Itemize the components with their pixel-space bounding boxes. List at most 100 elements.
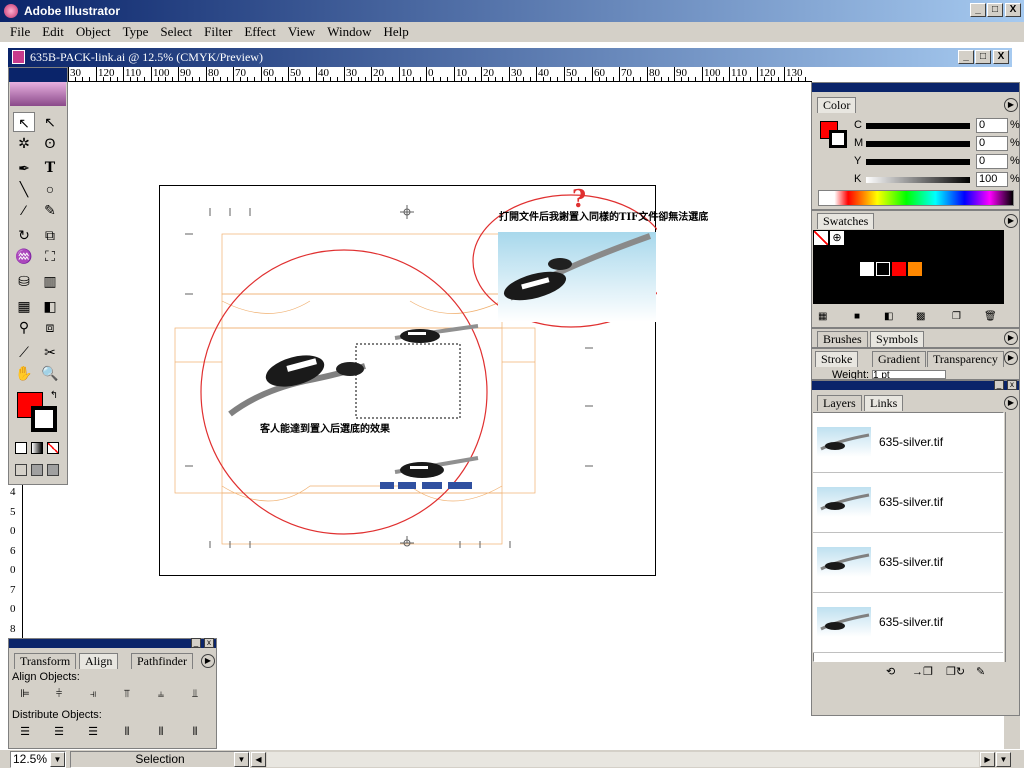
show-pattern-swatches-icon[interactable]: ▩ xyxy=(916,311,925,322)
cyan-value-field[interactable]: 0 xyxy=(976,118,1008,133)
goto-link-icon[interactable]: →❐ xyxy=(912,665,933,678)
slice-tool-icon[interactable]: ⟋ xyxy=(13,342,35,362)
tab-transform[interactable]: Transform xyxy=(14,653,77,669)
swatch-none[interactable] xyxy=(814,231,828,245)
rotate-tool-icon[interactable]: ↻ xyxy=(13,225,35,245)
status-dropdown-icon[interactable]: ▼ xyxy=(234,752,249,767)
color-panel-titlebar[interactable] xyxy=(812,83,1019,92)
scissors-tool-icon[interactable]: ✂ xyxy=(39,342,61,362)
screen-mode-full-menu-icon[interactable] xyxy=(31,464,43,476)
vertical-ruler[interactable]: 4 5 0 6 0 7 0 8 xyxy=(8,482,23,638)
swatches-panel-menu-icon[interactable]: ▶ xyxy=(1004,214,1018,228)
color-stroke-swatch[interactable] xyxy=(829,130,847,148)
align-left-icon[interactable]: ⊫ xyxy=(15,685,35,703)
toolbox-titlebar[interactable] xyxy=(9,68,67,82)
tab-color[interactable]: Color xyxy=(817,97,857,113)
tab-pathfinder[interactable]: Pathfinder xyxy=(131,653,193,669)
warp-tool-icon[interactable]: ♒ xyxy=(13,246,35,266)
illustrator-flower-icon[interactable] xyxy=(10,82,66,106)
align-top-icon[interactable]: ⫪ xyxy=(117,685,137,703)
tab-transparency[interactable]: Transparency xyxy=(927,351,1004,367)
hand-tool-icon[interactable]: ✋ xyxy=(13,363,35,383)
document-vertical-scrollbar[interactable] xyxy=(1004,716,1020,749)
color-mode-icon[interactable] xyxy=(15,442,27,454)
brushes-panel-menu-icon[interactable]: ▶ xyxy=(1004,331,1018,345)
line-tool-icon[interactable]: ╲ xyxy=(13,179,35,199)
link-item[interactable]: 635-silver.tif xyxy=(813,413,1003,473)
blend-tool-icon[interactable]: ⧈ xyxy=(39,317,61,337)
tab-layers[interactable]: Layers xyxy=(817,395,862,411)
yellow-slider[interactable] xyxy=(866,159,970,165)
align-panel-minimize[interactable]: _ xyxy=(191,638,201,648)
menu-file[interactable]: File xyxy=(4,24,36,40)
menu-help[interactable]: Help xyxy=(377,24,414,40)
tab-gradient[interactable]: Gradient xyxy=(872,351,926,367)
swatch-black[interactable] xyxy=(876,262,890,276)
relink-icon[interactable]: ⟲ xyxy=(886,665,895,678)
document-icon[interactable] xyxy=(12,50,25,64)
direct-selection-tool-icon[interactable]: ↖ xyxy=(39,112,61,132)
menu-type[interactable]: Type xyxy=(117,24,155,40)
screen-mode-full-icon[interactable] xyxy=(47,464,59,476)
maximize-button[interactable]: □ xyxy=(987,3,1003,17)
swatch-red[interactable] xyxy=(892,262,906,276)
menu-effect[interactable]: Effect xyxy=(238,24,282,40)
close-button[interactable]: X xyxy=(1005,3,1021,17)
align-right-icon[interactable]: ⫣ xyxy=(83,685,103,703)
link-item[interactable]: 635-silver.tif xyxy=(813,473,1003,533)
distribute-bottom-icon[interactable]: ☰ xyxy=(83,723,103,741)
link-item[interactable]: 635-silver.tif xyxy=(813,593,1003,653)
show-color-swatches-icon[interactable]: ■ xyxy=(854,311,860,322)
lasso-tool-icon[interactable]: ʘ xyxy=(39,133,61,153)
stroke-panel-menu-icon[interactable]: ▶ xyxy=(1004,351,1018,365)
color-panel-menu-icon[interactable]: ▶ xyxy=(1004,98,1018,112)
swatch-white[interactable] xyxy=(860,262,874,276)
align-horizontal-center-icon[interactable]: ⫩ xyxy=(49,685,69,703)
cyan-slider[interactable] xyxy=(866,123,970,129)
swap-colors-icon[interactable]: ↰ xyxy=(43,386,65,406)
tab-symbols[interactable]: Symbols xyxy=(870,331,925,347)
magic-wand-icon[interactable]: ✲ xyxy=(13,133,35,153)
selection-tool-icon[interactable]: ↖ xyxy=(13,112,35,132)
align-panel-close[interactable]: x xyxy=(204,638,214,648)
delete-swatch-icon[interactable]: 🗑 xyxy=(984,311,997,322)
distribute-vertical-center-icon[interactable]: ☰ xyxy=(49,723,69,741)
links-panel-minimize[interactable]: _ xyxy=(994,380,1004,390)
scroll-left-button[interactable]: ◀ xyxy=(251,752,266,767)
free-transform-tool-icon[interactable]: ⛶ xyxy=(39,246,61,266)
none-mode-icon[interactable] xyxy=(47,442,59,454)
symbol-sprayer-icon[interactable]: ⛁ xyxy=(13,271,35,291)
links-panel-menu-icon[interactable]: ▶ xyxy=(1004,396,1018,410)
doc-maximize-button[interactable]: □ xyxy=(975,50,991,64)
swatches-scrollbar[interactable] xyxy=(1005,230,1019,304)
align-bottom-icon[interactable]: ⫫ xyxy=(185,685,205,703)
graph-tool-icon[interactable]: ▥ xyxy=(39,271,61,291)
align-panel-titlebar[interactable] xyxy=(9,639,216,648)
color-spectrum-bar[interactable] xyxy=(818,190,1014,206)
align-panel-menu-icon[interactable]: ▶ xyxy=(201,654,215,668)
eyedropper-tool-icon[interactable]: ⚲ xyxy=(13,317,35,337)
gradient-tool-icon[interactable]: ◧ xyxy=(39,296,61,316)
distribute-horizontal-center-icon[interactable]: ⦀ xyxy=(151,723,171,741)
edit-original-icon[interactable]: ✎ xyxy=(976,665,985,678)
mesh-tool-icon[interactable]: ▦ xyxy=(13,296,35,316)
distribute-left-icon[interactable]: ⦀ xyxy=(117,723,137,741)
scroll-right-button[interactable]: ▶ xyxy=(980,752,995,767)
update-link-icon[interactable]: ❐↻ xyxy=(946,665,965,678)
type-tool-icon[interactable]: T xyxy=(39,158,61,178)
yellow-value-field[interactable]: 0 xyxy=(976,154,1008,169)
black-value-field[interactable]: 100 xyxy=(976,172,1008,187)
minimize-button[interactable]: _ xyxy=(970,3,986,17)
weight-field[interactable]: 1 pt xyxy=(872,370,946,379)
menu-window[interactable]: Window xyxy=(321,24,377,40)
status-tool-field[interactable]: Selection xyxy=(70,751,250,768)
paintbrush-tool-icon[interactable]: ⁄ xyxy=(13,200,35,220)
screen-mode-standard-icon[interactable] xyxy=(15,464,27,476)
doc-close-button[interactable]: X xyxy=(993,50,1009,64)
tab-swatches[interactable]: Swatches xyxy=(817,213,875,229)
menu-select[interactable]: Select xyxy=(154,24,198,40)
tab-links[interactable]: Links xyxy=(864,395,904,411)
ellipse-tool-icon[interactable]: ○ xyxy=(39,179,61,199)
horizontal-ruler[interactable]: 30 120 110 100 90 80 70 60 50 40 30 20 10 0 10 20 30 40 50… xyxy=(68,67,812,82)
links-panel-titlebar[interactable] xyxy=(812,381,1019,390)
